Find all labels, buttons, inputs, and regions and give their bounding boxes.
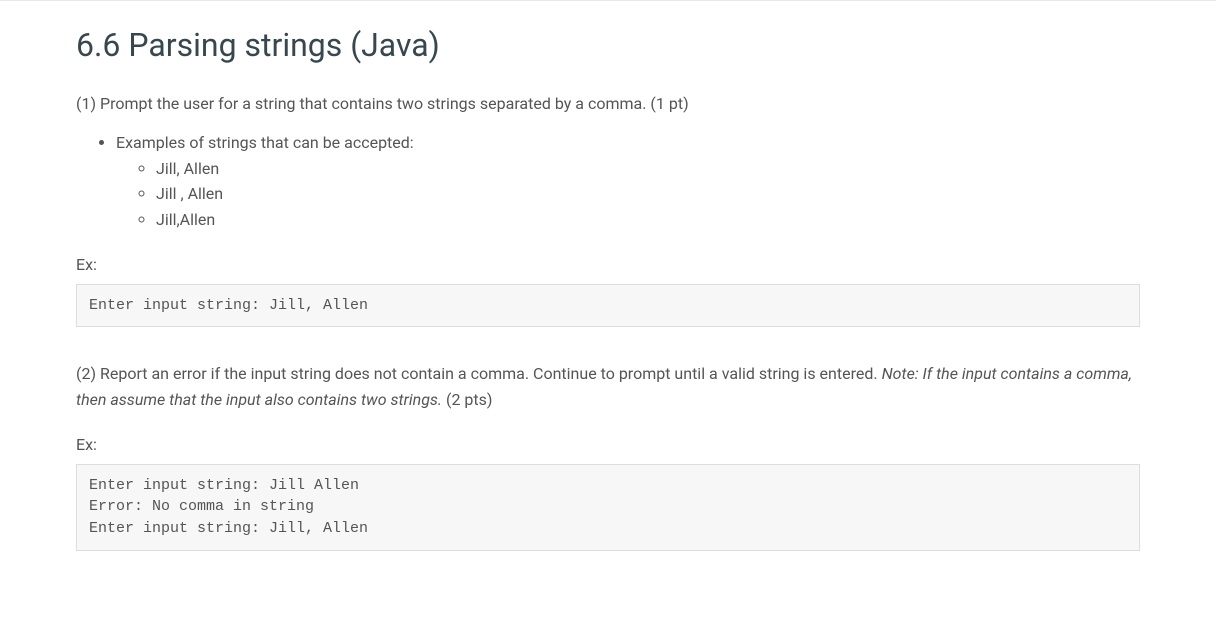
- step1-text: (1) Prompt the user for a string that co…: [76, 91, 1140, 117]
- example-item: Jill,Allen: [156, 207, 1140, 233]
- step2-ex-label: Ex:: [76, 435, 1140, 454]
- examples-inner-list: Jill, Allen Jill , Allen Jill,Allen: [116, 156, 1140, 233]
- step1-ex-label: Ex:: [76, 255, 1140, 274]
- examples-outer-list: Examples of strings that can be accepted…: [76, 130, 1140, 232]
- example-item: Jill , Allen: [156, 181, 1140, 207]
- examples-label: Examples of strings that can be accepted…: [116, 133, 414, 152]
- page-title: 6.6 Parsing strings (Java): [76, 25, 1140, 67]
- example-item: Jill, Allen: [156, 156, 1140, 182]
- document-container: 6.6 Parsing strings (Java) (1) Prompt th…: [0, 1, 1216, 617]
- examples-label-item: Examples of strings that can be accepted…: [116, 130, 1140, 232]
- step2-text: (2) Report an error if the input string …: [76, 361, 1140, 412]
- step1-code-block: Enter input string: Jill, Allen: [76, 284, 1140, 328]
- step2-code-block: Enter input string: Jill Allen Error: No…: [76, 464, 1140, 551]
- step2-text-before: (2) Report an error if the input string …: [76, 364, 882, 383]
- step2-text-after: (2 pts): [442, 390, 492, 409]
